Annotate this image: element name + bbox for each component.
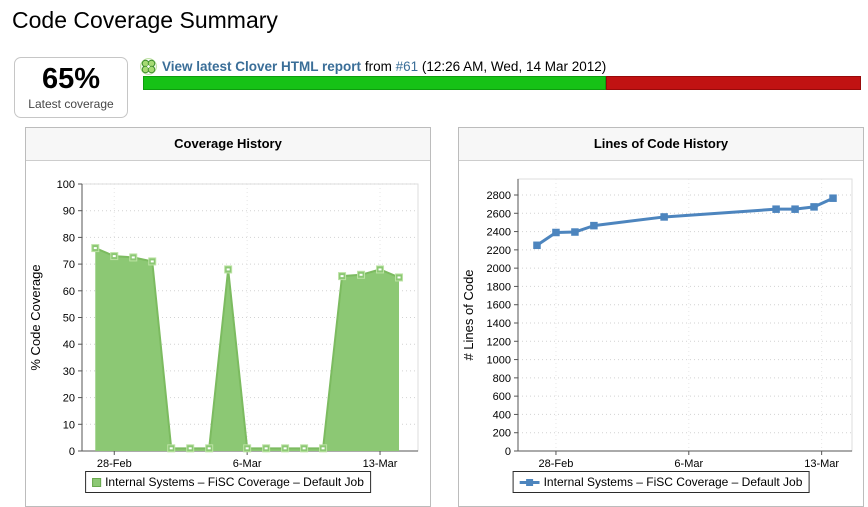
svg-text:# Lines of Code: # Lines of Code: [461, 269, 476, 360]
svg-text:13-Mar: 13-Mar: [363, 458, 398, 470]
svg-text:80: 80: [63, 232, 75, 244]
svg-text:90: 90: [63, 206, 75, 218]
svg-text:1600: 1600: [487, 300, 511, 312]
coverage-history-legend: Internal Systems – FiSC Coverage – Defau…: [85, 471, 371, 493]
svg-text:2000: 2000: [487, 263, 511, 275]
coverage-history-chart: 0 10 20 30 40 50 60 70 80 90 100 28-Feb 6-Mar 13-Mar%…: [28, 179, 419, 470]
svg-text:28-Feb: 28-Feb: [539, 458, 574, 470]
clover-report-link[interactable]: View latest Clover HTML report: [162, 59, 361, 74]
svg-text:70: 70: [63, 259, 75, 271]
lines-of-code-legend: Internal Systems – FiSC Coverage – Defau…: [512, 471, 810, 493]
coverage-bar-remainder: [606, 76, 861, 90]
panel-lines-of-code-history: Lines of Code History 0 200 400 600 800 1000 1…: [458, 127, 864, 507]
svg-text:1800: 1800: [487, 281, 511, 293]
coverage-history-title: Coverage History: [26, 128, 430, 161]
coverage-progress-bar: [143, 76, 861, 90]
svg-text:40: 40: [63, 339, 75, 351]
svg-text:0: 0: [69, 446, 75, 458]
svg-text:2800: 2800: [487, 190, 511, 202]
svg-text:600: 600: [493, 391, 511, 403]
legend-label: Internal Systems – FiSC Coverage – Defau…: [543, 475, 803, 489]
svg-text:6-Mar: 6-Mar: [674, 458, 703, 470]
page-title: Code Coverage Summary: [12, 7, 278, 33]
coverage-bar-fill: [143, 76, 607, 90]
lines-of-code-history-title: Lines of Code History: [459, 128, 863, 161]
build-timestamp: (12:26 AM, Wed, 14 Mar 2012): [421, 58, 607, 74]
legend-label: Internal Systems – FiSC Coverage – Defau…: [105, 475, 364, 489]
svg-text:1200: 1200: [487, 336, 511, 348]
svg-text:% Code Coverage: % Code Coverage: [28, 264, 43, 370]
svg-text:2400: 2400: [487, 227, 511, 239]
svg-text:200: 200: [493, 428, 511, 440]
svg-text:2600: 2600: [487, 208, 511, 220]
build-number-link[interactable]: #61: [396, 59, 419, 74]
svg-text:50: 50: [63, 313, 75, 325]
svg-text:800: 800: [493, 373, 511, 385]
coverage-percent-value: 65%: [41, 62, 101, 95]
svg-text:1000: 1000: [487, 355, 511, 367]
svg-text:13-Mar: 13-Mar: [804, 458, 839, 470]
svg-text:0: 0: [505, 446, 511, 458]
clover-icon: [140, 57, 157, 75]
svg-text:20: 20: [63, 393, 75, 405]
clover-report-line: View latest Clover HTML report from #61 …: [140, 57, 606, 75]
svg-text:28-Feb: 28-Feb: [97, 458, 132, 470]
line-series-marker-icon: [519, 478, 540, 486]
svg-text:1400: 1400: [487, 318, 511, 330]
panel-coverage-history: Coverage History 0 10 20 30 40 50 60 70 80 90 100 2…: [25, 127, 431, 507]
from-word: from: [364, 58, 392, 74]
area-series-marker-icon: [92, 477, 102, 487]
svg-text:60: 60: [63, 286, 75, 298]
svg-text:400: 400: [493, 409, 511, 421]
svg-text:6-Mar: 6-Mar: [233, 458, 262, 470]
svg-text:10: 10: [63, 419, 75, 431]
lines-of-code-chart: 0 200 400 600 800 1000 1200 1400 1600 1800 2000 220…: [461, 178, 853, 470]
latest-coverage-box: 65% Latest coverage: [14, 57, 128, 118]
svg-text:30: 30: [63, 366, 75, 378]
svg-text:100: 100: [57, 179, 75, 191]
svg-text:2200: 2200: [487, 245, 511, 257]
coverage-caption: Latest coverage: [28, 96, 114, 111]
